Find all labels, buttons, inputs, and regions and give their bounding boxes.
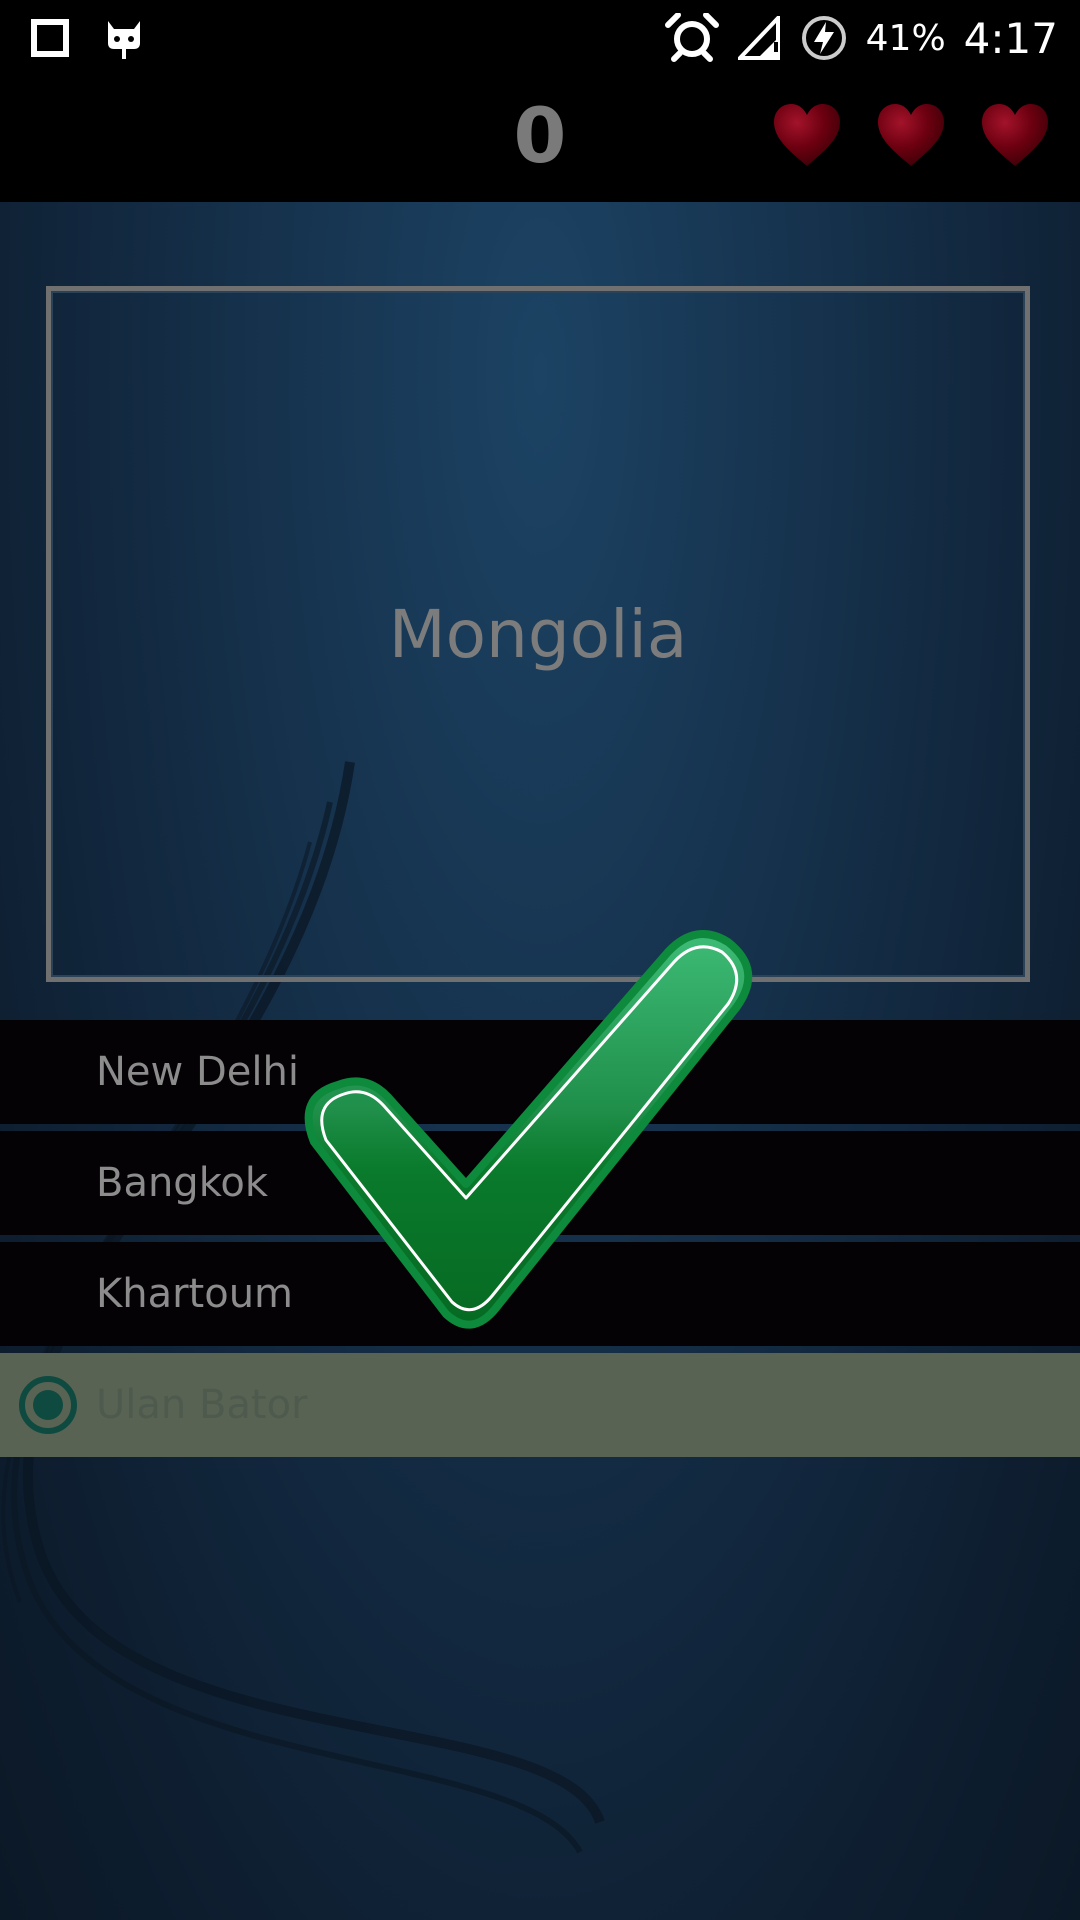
answer-label: New Delhi xyxy=(96,1049,299,1095)
checkmark-icon xyxy=(304,930,753,1329)
lives-indicator xyxy=(770,98,1052,178)
question-card: Mongolia xyxy=(46,286,1030,982)
score-counter: 0 xyxy=(513,91,567,180)
heart-icon xyxy=(878,104,944,166)
square-notification-icon xyxy=(31,19,69,57)
heart-icon xyxy=(982,104,1048,166)
radio-selected-icon[interactable] xyxy=(18,1375,78,1435)
clock: 4:17 xyxy=(963,13,1058,63)
question-country: Mongolia xyxy=(388,595,688,673)
answer-label: Bangkok xyxy=(96,1160,269,1206)
status-bar-right: 41% 4:17 xyxy=(664,10,1058,66)
status-bar-left xyxy=(30,14,144,62)
app-root: 41% 4:17 0 Mongolia New Delhi Bangkok Kh… xyxy=(0,0,1080,1920)
alarm-icon xyxy=(664,13,719,62)
heart-icon xyxy=(774,104,840,166)
game-area: Mongolia New Delhi Bangkok Khartoum Ulan… xyxy=(0,202,1080,1920)
answer-label: Khartoum xyxy=(96,1271,294,1317)
answer-option-ulan-bator[interactable]: Ulan Bator xyxy=(0,1353,1080,1457)
charging-icon xyxy=(801,16,846,60)
signal-icon xyxy=(737,16,780,60)
game-top-bar: 0 xyxy=(0,76,1080,202)
answer-label: Ulan Bator xyxy=(96,1382,308,1428)
status-bar: 41% 4:17 xyxy=(0,0,1080,76)
battery-percent: 41% xyxy=(865,17,946,59)
cyanogen-mascot-icon xyxy=(108,21,140,59)
